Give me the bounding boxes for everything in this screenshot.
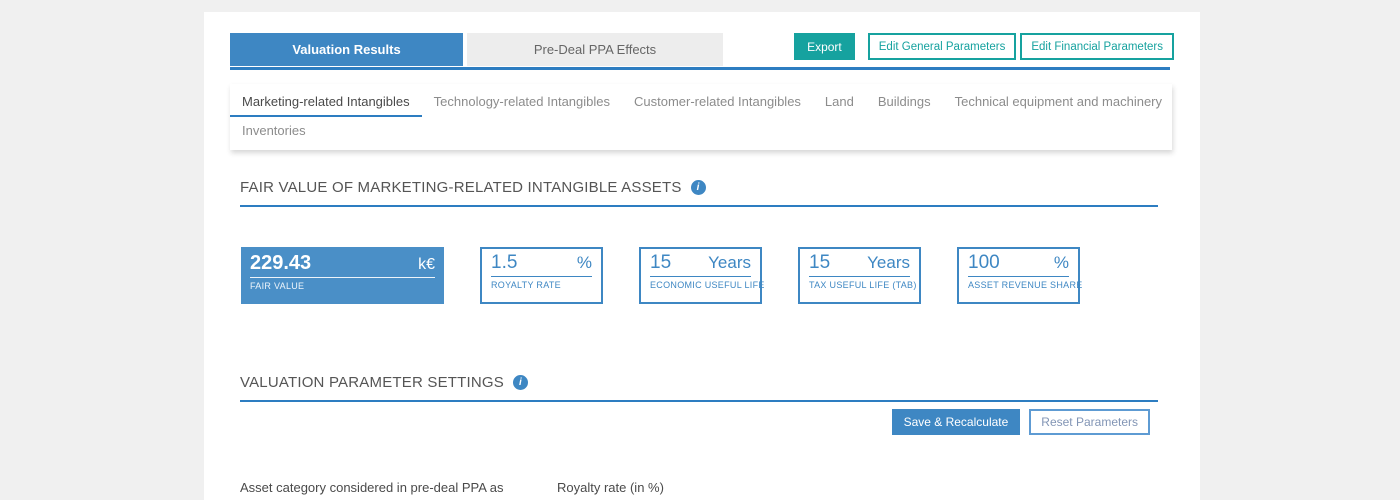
- reset-parameters-button[interactable]: Reset Parameters: [1029, 409, 1150, 435]
- royalty-rate-label: ROYALTY RATE: [491, 280, 592, 290]
- tab-divider-rule: [230, 67, 1170, 70]
- tab-predeal-ppa-effects[interactable]: Pre-Deal PPA Effects: [467, 33, 723, 66]
- tax-useful-life-label: TAX USEFUL LIFE (TAB): [809, 280, 910, 290]
- fair-value-section-title: FAIR VALUE OF MARKETING-RELATED INTANGIB…: [240, 179, 1158, 196]
- fair-value-label: FAIR VALUE: [250, 281, 435, 291]
- settings-section-rule: [240, 400, 1158, 402]
- tax-useful-life-unit: Years: [867, 253, 910, 273]
- top-tab-bar: Valuation Results Pre-Deal PPA Effects E…: [204, 12, 1200, 66]
- economic-useful-life-unit: Years: [708, 253, 751, 273]
- info-icon[interactable]: i: [513, 375, 528, 390]
- asset-category-label: Asset category considered in pre-deal PP…: [240, 480, 557, 495]
- subtab-row-1: Marketing-related Intangibles Technology…: [230, 88, 1172, 117]
- subtab-inventories[interactable]: Inventories: [230, 117, 318, 144]
- subtab-technology-intangibles[interactable]: Technology-related Intangibles: [422, 88, 622, 117]
- fair-value-unit: k€: [418, 256, 435, 274]
- subtab-marketing-intangibles[interactable]: Marketing-related Intangibles: [230, 88, 422, 117]
- royalty-rate-unit: %: [577, 253, 592, 273]
- tax-useful-life-value: 15: [809, 252, 830, 274]
- export-button[interactable]: Export: [794, 33, 855, 60]
- subtab-row-2: Inventories: [230, 117, 1172, 144]
- info-icon[interactable]: i: [691, 180, 706, 195]
- economic-useful-life-label: ECONOMIC USEFUL LIFE: [650, 280, 751, 290]
- fair-value-amount: 229.43: [250, 252, 311, 275]
- parameter-form: Asset category considered in pre-deal PP…: [240, 480, 1200, 500]
- subtab-customer-intangibles[interactable]: Customer-related Intangibles: [622, 88, 813, 117]
- settings-section-title: VALUATION PARAMETER SETTINGS i: [240, 374, 1158, 391]
- economic-useful-life-value: 15: [650, 252, 671, 274]
- asset-revenue-share-value: 100: [968, 252, 1000, 274]
- tab-valuation-results[interactable]: Valuation Results: [230, 33, 463, 66]
- settings-title-text: VALUATION PARAMETER SETTINGS: [240, 374, 504, 391]
- settings-actions: Save & Recalculate Reset Parameters: [204, 409, 1150, 435]
- asset-revenue-share-card: 100 % ASSET REVENUE SHARE: [957, 247, 1080, 304]
- save-recalculate-button[interactable]: Save & Recalculate: [892, 409, 1021, 435]
- royalty-rate-column: Royalty rate (in %) 0% 15%: [557, 480, 997, 500]
- main-panel: Valuation Results Pre-Deal PPA Effects E…: [204, 12, 1200, 500]
- fair-value-title-text: FAIR VALUE OF MARKETING-RELATED INTANGIB…: [240, 179, 682, 196]
- asset-revenue-share-label: ASSET REVENUE SHARE: [968, 280, 1069, 290]
- asset-revenue-share-unit: %: [1054, 253, 1069, 273]
- subtab-technical-equipment[interactable]: Technical equipment and machinery: [943, 88, 1174, 117]
- subtab-land[interactable]: Land: [813, 88, 866, 117]
- asset-subtab-bar: Marketing-related Intangibles Technology…: [230, 84, 1172, 150]
- royalty-rate-input-label: Royalty rate (in %): [557, 480, 997, 495]
- asset-category-column: Asset category considered in pre-deal PP…: [240, 480, 557, 500]
- edit-financial-parameters-button[interactable]: Edit Financial Parameters: [1020, 33, 1174, 60]
- fair-value-section-rule: [240, 205, 1158, 207]
- royalty-rate-card: 1.5 % ROYALTY RATE: [480, 247, 603, 304]
- edit-general-parameters-button[interactable]: Edit General Parameters: [868, 33, 1017, 60]
- fair-value-cards: 229.43 k€ FAIR VALUE 1.5 % ROYALTY RATE …: [241, 247, 1158, 304]
- subtab-buildings[interactable]: Buildings: [866, 88, 943, 117]
- tax-useful-life-card: 15 Years TAX USEFUL LIFE (TAB): [798, 247, 921, 304]
- royalty-rate-value: 1.5: [491, 252, 517, 274]
- economic-useful-life-card: 15 Years ECONOMIC USEFUL LIFE: [639, 247, 762, 304]
- fair-value-card: 229.43 k€ FAIR VALUE: [241, 247, 444, 304]
